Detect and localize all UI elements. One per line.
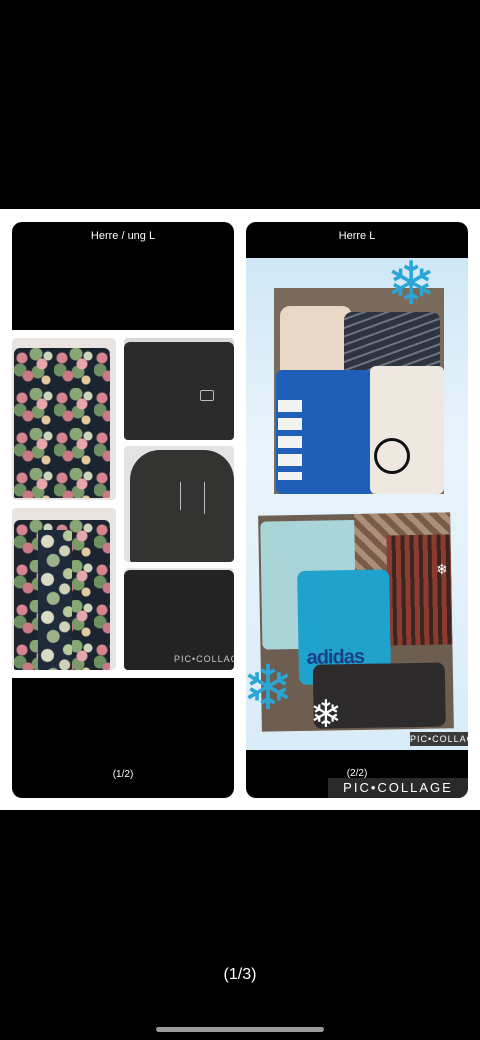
floral-shirt	[14, 348, 110, 498]
card-header: Herre / ung L	[12, 222, 234, 330]
hoodie-string	[180, 482, 181, 510]
photo-sweaters	[274, 288, 444, 494]
page-counter: (1/3)	[223, 966, 257, 983]
snowflake-icon: ❄	[310, 694, 342, 736]
photo-floral-shirt-2	[12, 508, 116, 670]
dark-tshirt	[124, 342, 234, 440]
white-sweater	[370, 366, 444, 494]
shirt-inner-panel	[38, 530, 72, 670]
collage-image[interactable]: Herre / ung L PIC•COLLA (1/2) Herre L ad…	[0, 209, 480, 810]
photo-hoodie	[124, 446, 234, 562]
pic-collage-watermark: PIC•COLLAGE	[328, 778, 468, 798]
hoodie	[130, 450, 234, 562]
photo-floral-shirt-1	[12, 338, 116, 500]
snowflake-icon: ❄	[386, 250, 437, 317]
photo-black-tshirt: PIC•COLLAGE	[124, 568, 234, 670]
collage-card-right: Herre L adidas ❄ ❄ ❄ ❄ PIC•COLLA (2/2) P…	[246, 222, 468, 798]
card-title: Herre L	[338, 230, 376, 242]
sleeve-stripes	[278, 400, 302, 480]
photo-watermark: PIC•COLLAGE	[174, 654, 234, 664]
snowflake-icon: ❄	[246, 654, 294, 723]
logo-ring	[374, 438, 410, 474]
plaid-shirt-red	[386, 534, 453, 646]
card-title: Herre / ung L	[90, 230, 156, 242]
card-footer: (1/2)	[12, 678, 234, 798]
chest-logo	[200, 390, 214, 401]
photo-watermark: PIC•COLLAGE	[410, 732, 468, 746]
home-indicator[interactable]	[156, 1027, 324, 1032]
image-viewer: Herre / ung L PIC•COLLA (1/2) Herre L ad…	[0, 0, 480, 1040]
collage-card-left: Herre / ung L PIC•COLLA (1/2)	[12, 222, 234, 798]
hoodie-string	[204, 482, 205, 514]
photo-dark-tshirt	[124, 338, 234, 440]
snowflake-icon: ❄	[436, 561, 448, 577]
card-pager: (1/2)	[112, 769, 134, 780]
